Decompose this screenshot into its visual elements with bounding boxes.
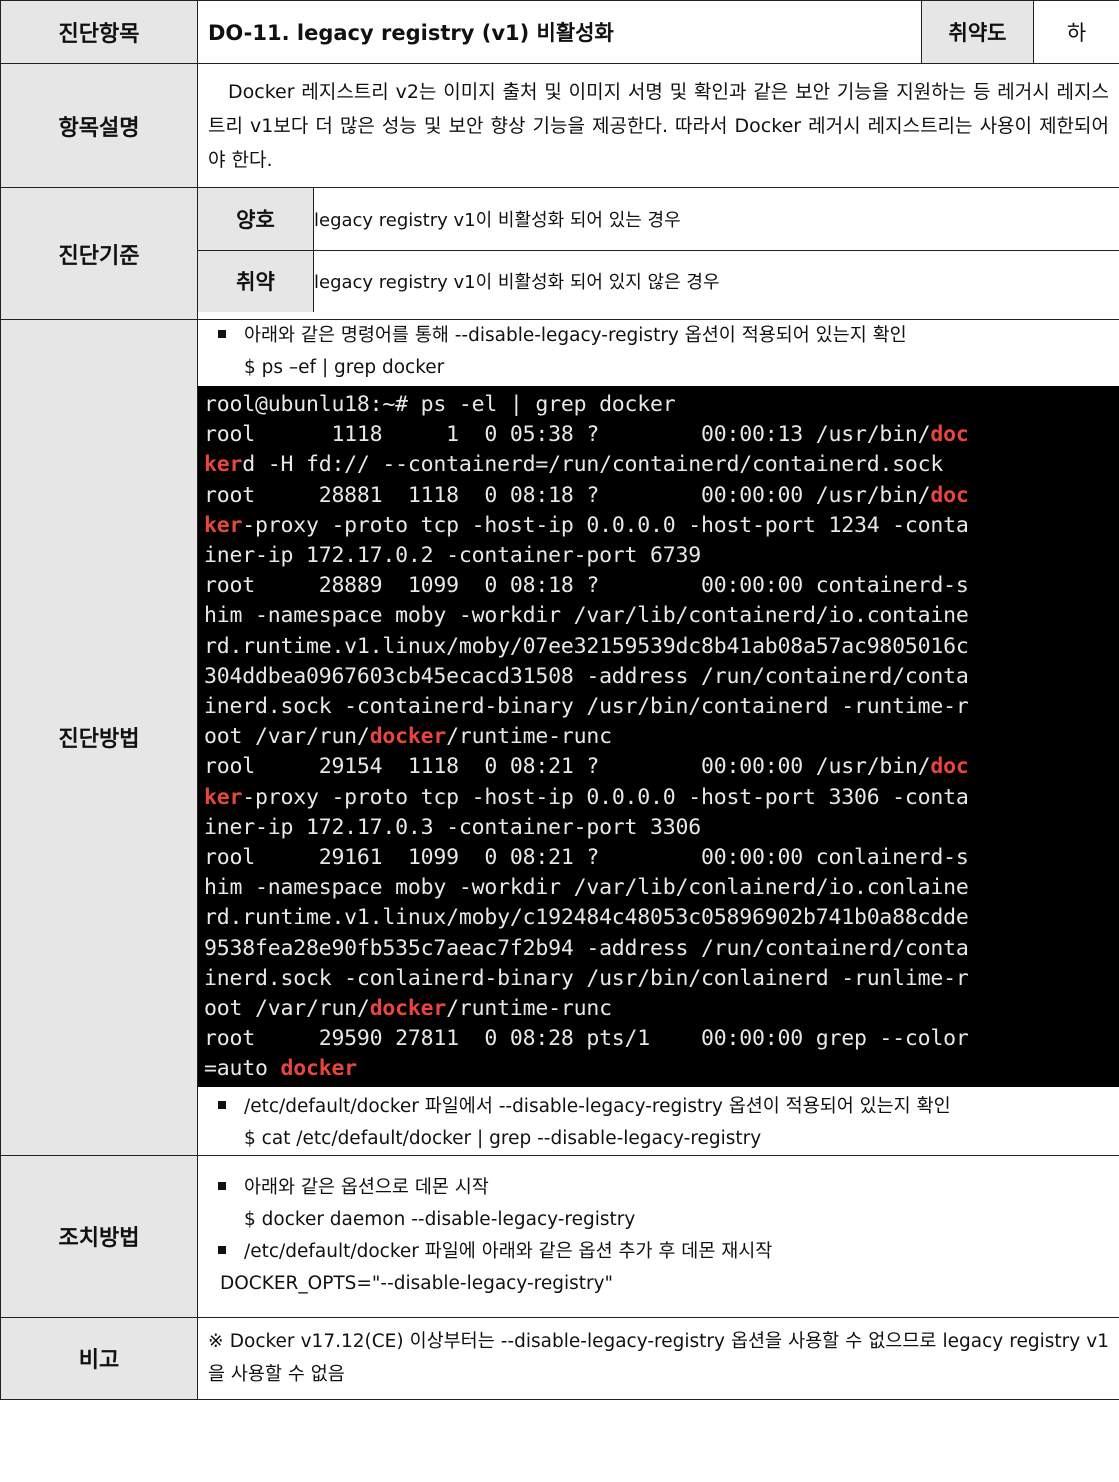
action-command-1: $ docker daemon --disable-legacy-registr… [244, 1209, 636, 1231]
terminal-line: =auto docker [204, 1054, 1115, 1084]
square-bullet-icon [218, 1182, 226, 1191]
terminal-highlight: docker [280, 1056, 357, 1082]
terminal-line: root 28881 1118 0 08:18 ? 00:00:00 /usr/… [204, 481, 1115, 511]
terminal-line: root 28889 1099 0 08:18 ? 00:00:00 conta… [204, 571, 1115, 601]
terminal-text: iner-ip 172.17.0.2 -container-port 6739 [204, 543, 702, 569]
terminal-line: ker-proxy -proto tcp -host-ip 0.0.0.0 -h… [204, 783, 1115, 813]
method-bullet-2-text: /etc/default/docker 파일에서 --disable-legac… [244, 1095, 951, 1117]
terminal-text: =auto [204, 1056, 281, 1082]
terminal-line: rool@ubunlu18:~# ps -el | grep docker [204, 390, 1115, 420]
criteria-good-text: legacy registry v1이 비활성화 되어 있는 경우 [313, 188, 1119, 251]
action-bullet-1-text: 아래와 같은 옵션으로 데몬 시작 [244, 1177, 489, 1199]
terminal-highlight: doc [930, 482, 969, 508]
criteria-cell: 양호 legacy registry v1이 비활성화 되어 있는 경우 취약 … [197, 187, 1119, 320]
method-label: 진단방법 [0, 319, 198, 1156]
square-bullet-icon [218, 1100, 226, 1109]
terminal-text: root 28889 1099 0 08:18 ? 00:00:00 conta… [204, 573, 969, 599]
terminal-line: rool 29154 1118 0 08:21 ? 00:00:00 /usr/… [204, 752, 1115, 782]
terminal-line: iner-ip 172.17.0.3 -container-port 3306 [204, 813, 1115, 843]
terminal-text: him -namespace moby -workdir /var/lib/co… [204, 875, 969, 901]
terminal-line: 9538fea28e90fb535c7aeac7f2b94 -address /… [204, 934, 1115, 964]
terminal-text: rool 29161 1099 0 08:21 ? 00:00:00 conla… [204, 845, 969, 871]
terminal-text: rd.runtime.v1.linux/moby/c192484c48053c0… [204, 905, 969, 931]
terminal-text: /runtime-runc [446, 724, 612, 750]
item-title: DO-11. legacy registry (v1) 비활성화 [197, 0, 922, 64]
terminal-line: rd.runtime.v1.linux/moby/c192484c48053c0… [204, 903, 1115, 933]
diagnostic-table: 진단항목 DO-11. legacy registry (v1) 비활성화 취약… [0, 0, 1119, 1400]
terminal-highlight: ker [204, 784, 243, 810]
remark-text: ※ Docker v17.12(CE) 이상부터는 --disable-lega… [197, 1316, 1119, 1400]
terminal-line: root 29590 27811 0 08:28 pts/1 00:00:00 … [204, 1024, 1115, 1054]
method-cell: 아래와 같은 명령어를 통해 --disable-legacy-registry… [197, 319, 1119, 1156]
terminal-text: root 29590 27811 0 08:28 pts/1 00:00:00 … [204, 1026, 969, 1052]
terminal-line: iner-ip 172.17.0.2 -container-port 6739 [204, 541, 1115, 571]
method-bullet-1-text: 아래와 같은 명령어를 통해 --disable-legacy-registry… [244, 325, 907, 346]
action-cell: 아래와 같은 옵션으로 데몬 시작 $ docker daemon --disa… [197, 1154, 1119, 1318]
criteria-good-label: 양호 [198, 188, 314, 251]
square-bullet-icon [218, 1246, 226, 1255]
criteria-label: 진단기준 [0, 187, 198, 320]
terminal-text: rool 29154 1118 0 08:21 ? 00:00:00 /usr/… [204, 754, 931, 780]
terminal-text: him -namespace moby -workdir /var/lib/co… [204, 603, 969, 629]
criteria-bad-text: legacy registry v1이 비활성화 되어 있지 않은 경우 [314, 272, 720, 294]
terminal-line: 304ddbea0967603cb45ecacd31508 -address /… [204, 662, 1115, 692]
terminal-text: rool 1118 1 0 05:38 ? 00:00:13 /usr/bin/ [204, 422, 931, 448]
square-bullet-icon [218, 330, 226, 338]
terminal-line: rool 1118 1 0 05:38 ? 00:00:13 /usr/bin/… [204, 420, 1115, 450]
action-bullet-1: 아래와 같은 옵션으로 데몬 시작 [212, 1172, 1109, 1204]
terminal-text: rd.runtime.v1.linux/moby/07ee32159539dc8… [204, 633, 969, 659]
terminal-text: oot /var/run/ [204, 724, 370, 750]
terminal-line: rool 29161 1099 0 08:21 ? 00:00:00 conla… [204, 843, 1115, 873]
terminal-text: root 28881 1118 0 08:18 ? 00:00:00 /usr/… [204, 482, 931, 508]
remark-label: 비고 [0, 1316, 198, 1400]
terminal-text: inerd.sock -conlainerd-binary /usr/bin/c… [204, 965, 969, 991]
terminal-highlight: doc [930, 422, 969, 448]
terminal-highlight: docker [369, 724, 447, 750]
description-label: 항목설명 [0, 63, 198, 188]
item-label: 진단항목 [0, 0, 198, 64]
terminal-line: kerd -H fd:// --containerd=/run/containe… [204, 450, 1115, 480]
action-bullet-2: /etc/default/docker 파일에 아래와 같은 옵션 추가 후 데… [212, 1236, 1109, 1268]
action-label: 조치방법 [0, 1154, 198, 1318]
terminal-text: iner-ip 172.17.0.3 -container-port 3306 [204, 814, 702, 840]
terminal-highlight: doc [930, 754, 969, 780]
terminal-text: oot /var/run/ [204, 996, 370, 1022]
terminal-text: -proxy -proto tcp -host-ip 0.0.0.0 -host… [242, 512, 969, 538]
terminal-line: inerd.sock -containerd-binary /usr/bin/c… [204, 692, 1115, 722]
terminal-text: 304ddbea0967603cb45ecacd31508 -address /… [204, 663, 969, 689]
vuln-label: 취약도 [921, 0, 1034, 64]
terminal-text: 9538fea28e90fb535c7aeac7f2b94 -address /… [204, 935, 969, 961]
action-docker-opts: DOCKER_OPTS="--disable-legacy-registry" [220, 1273, 614, 1295]
method-bullet-2: /etc/default/docker 파일에서 --disable-legac… [212, 1091, 1109, 1123]
terminal-line: him -namespace moby -workdir /var/lib/co… [204, 601, 1115, 631]
terminal-text: -proxy -proto tcp -host-ip 0.0.0.0 -host… [242, 784, 969, 810]
description-cell: Docker 레지스트리 v2는 이미지 출처 및 이미지 서명 및 확인과 같… [197, 63, 1119, 188]
terminal-highlight: ker [204, 512, 243, 538]
criteria-bad-label: 취약 [198, 250, 314, 312]
terminal-text: /runtime-runc [446, 996, 612, 1022]
terminal-line: oot /var/run/docker/runtime-runc [204, 722, 1115, 752]
terminal-highlight: ker [204, 452, 243, 478]
terminal-line: inerd.sock -conlainerd-binary /usr/bin/c… [204, 964, 1115, 994]
terminal-line: oot /var/run/docker/runtime-runc [204, 994, 1115, 1024]
terminal-screenshot: rool@ubunlu18:~# ps -el | grep docker roo… [198, 386, 1119, 1087]
terminal-text: d -H fd:// --containerd=/run/containerd/… [242, 452, 944, 478]
method-command-1: $ ps –ef | grep docker [244, 357, 445, 378]
vuln-value: 하 [1033, 0, 1119, 64]
method-command-2: $ cat /etc/default/docker | grep --disab… [244, 1127, 762, 1149]
terminal-text: inerd.sock -containerd-binary /usr/bin/c… [204, 694, 969, 720]
method-bullet-1: 아래와 같은 명령어를 통해 --disable-legacy-registry… [212, 320, 1109, 352]
terminal-line: him -namespace moby -workdir /var/lib/co… [204, 873, 1115, 903]
action-bullet-2-text: /etc/default/docker 파일에 아래와 같은 옵션 추가 후 데… [244, 1241, 773, 1263]
criteria-table: 양호 legacy registry v1이 비활성화 되어 있는 경우 취약 … [198, 188, 1119, 312]
terminal-line: ker-proxy -proto tcp -host-ip 0.0.0.0 -h… [204, 511, 1115, 541]
terminal-line: rd.runtime.v1.linux/moby/07ee32159539dc8… [204, 632, 1115, 662]
terminal-highlight: docker [369, 996, 447, 1022]
description-text: Docker 레지스트리 v2는 이미지 출처 및 이미지 서명 및 확인과 같… [208, 80, 1109, 171]
terminal-text: rool@ubunlu18:~# ps -el | grep docker [204, 392, 676, 417]
